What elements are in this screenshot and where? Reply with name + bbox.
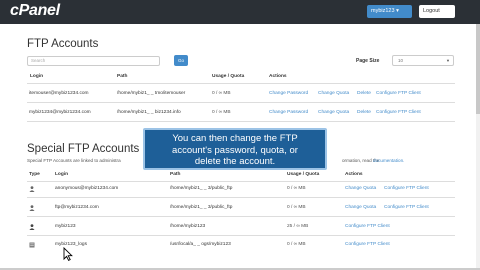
divider [27, 235, 455, 236]
go-button[interactable]: Go [174, 55, 188, 66]
path-cell: /usr/local/a_ _ ogs/mybiz123 [170, 242, 231, 247]
change-quota-link[interactable]: Change Quota [318, 91, 349, 96]
path-cell: /home/mybiz1_ _ 3/public_ftp [170, 205, 233, 210]
page-size-label: Page Size [356, 58, 380, 64]
configure-ftp-client-link[interactable]: Configure FTP Client [345, 224, 390, 229]
configure-ftp-client-link[interactable]: Configure FTP Client [384, 205, 429, 210]
logo-text: cPanel [10, 2, 60, 19]
tooltip-line: account's password, quota, or [172, 144, 298, 156]
path-cell: /home/mybiz1_ _ biz1234.info [117, 110, 181, 115]
special-ftp-accounts-title: Special FTP Accounts [27, 143, 140, 155]
configure-ftp-client-link[interactable]: Configure FTP Client [376, 91, 421, 96]
divider [27, 216, 455, 217]
configure-ftp-client-link[interactable]: Configure FTP Client [345, 242, 390, 247]
delete-link[interactable]: Delete [357, 91, 371, 96]
top-bar: cPanel mybiz123 ▾ Logout [0, 0, 480, 24]
divider [27, 181, 455, 182]
col-usage[interactable]: Usage / Quota [212, 74, 244, 79]
tooltip-line: delete the account. [194, 156, 276, 167]
usage-cell: 0 / ∞ MB [287, 242, 306, 247]
usage-cell: 0 / ∞ MB [287, 205, 306, 210]
tooltip-line: You can then change the FTP [172, 133, 298, 144]
user-menu-button[interactable]: mybiz123 ▾ [367, 5, 412, 18]
tutorial-tooltip: You can then change the FTP account's pa… [143, 128, 327, 170]
page-size-select[interactable]: 10 ▼ [392, 55, 454, 66]
change-quota-link[interactable]: Change Quota [345, 186, 376, 191]
login-cell: ftp@mybiz1234.com [55, 205, 99, 210]
mouse-cursor-icon [63, 246, 73, 262]
change-password-link[interactable]: Change Password [269, 110, 308, 115]
divider [27, 83, 455, 84]
configure-ftp-client-link[interactable]: Configure FTP Client [376, 110, 421, 115]
usage-cell: 25 / ∞ MB [287, 224, 309, 229]
col-login: Login [55, 172, 69, 177]
col-type: Type [29, 172, 40, 177]
user-icon [29, 205, 35, 211]
path-cell: /home/mybiz1_ _ 3/public_ftp [170, 186, 233, 191]
ftp-accounts-title: FTP Accounts [27, 38, 99, 50]
server-icon [29, 242, 35, 248]
login-cell: anonymous@mybiz1234.com [55, 186, 119, 191]
path-cell: /home/mybiz123 [170, 224, 206, 229]
divider [27, 102, 455, 103]
logout-label: Logout [423, 8, 440, 14]
col-usage: Usage / Quota [287, 172, 320, 177]
usage-cell: 0 / ∞ MB [212, 91, 231, 96]
documentation-link[interactable]: documentation. [373, 158, 404, 163]
logout-button[interactable]: Logout [419, 5, 455, 18]
col-actions: Actions [269, 74, 287, 79]
user-icon [29, 186, 35, 192]
col-actions: Actions [345, 172, 363, 177]
user-menu-label: mybiz123 ▾ [371, 8, 399, 14]
cpanel-logo[interactable]: cPanel [10, 2, 60, 20]
login-cell: mybiz123 [55, 224, 76, 229]
user-icon [29, 224, 35, 230]
change-quota-link[interactable]: Change Quota [318, 110, 349, 115]
scrollbar-thumb[interactable] [476, 24, 480, 114]
chevron-down-icon: ▼ [446, 58, 450, 63]
divider [27, 121, 455, 122]
login-cell: mybiz1234@mybiz1234.com [29, 110, 91, 115]
path-cell: /home/mybiz1_ _ tmo/itemouser [117, 91, 186, 96]
usage-cell: 0 / ∞ MB [287, 186, 306, 191]
delete-link[interactable]: Delete [357, 110, 371, 115]
page-size-value: 10 [398, 58, 404, 63]
description-text: Special FTP Accounts are linked to admin… [27, 158, 121, 163]
change-password-link[interactable]: Change Password [269, 91, 308, 96]
col-path: Path [170, 172, 181, 177]
usage-cell: 0 / ∞ MB [212, 110, 231, 115]
col-path[interactable]: Path [117, 74, 127, 79]
special-accounts-description: Special FTP Accounts are linked to admin… [27, 158, 404, 163]
divider [27, 197, 455, 198]
login-cell: itemouser@mybiz1234.com [29, 91, 89, 96]
col-login[interactable]: Login [30, 74, 43, 79]
configure-ftp-client-link[interactable]: Configure FTP Client [384, 186, 429, 191]
change-quota-link[interactable]: Change Quota [345, 205, 376, 210]
search-input[interactable]: Search [27, 56, 160, 66]
